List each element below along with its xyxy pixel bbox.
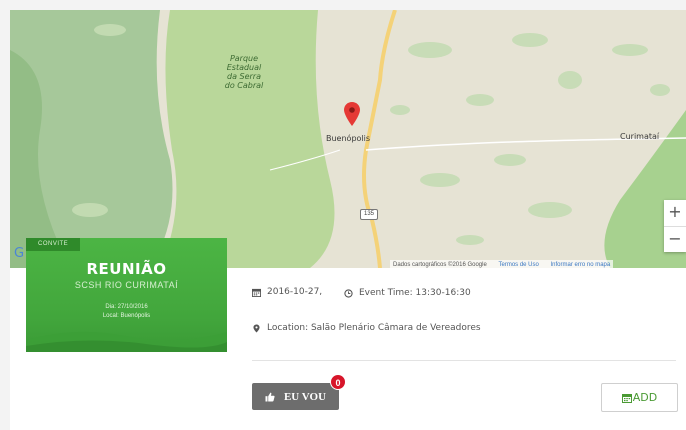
calendar-icon xyxy=(252,288,261,297)
city-label-buenopolis: Buenópolis xyxy=(326,134,371,143)
flyer-title: REUNIÃO xyxy=(86,260,167,278)
map-attribution: Dados cartográficos ©2016 Google Termos … xyxy=(390,260,614,268)
add-to-calendar-button[interactable]: ADD xyxy=(601,383,678,412)
flyer-tag: CONVITE xyxy=(26,238,81,251)
zoom-control: + − xyxy=(664,200,686,252)
flyer-subtitle: SCSH RIO CURIMATAÍ xyxy=(74,280,179,290)
event-location: Location: Salão Plenário Câmara de Verea… xyxy=(252,323,481,333)
calendar-add-icon xyxy=(621,393,632,403)
event-time-text: Event Time: 13:30-16:30 xyxy=(359,288,471,298)
city-label-curimatai: Curimataí xyxy=(620,132,660,141)
zoom-out-button[interactable]: − xyxy=(664,226,686,252)
zoom-in-button[interactable]: + xyxy=(664,200,686,226)
going-button[interactable]: EU VOU xyxy=(252,383,339,410)
flyer-wave-decoration xyxy=(26,331,227,352)
event-map[interactable]: Parque Estadual da Serra do Cabral Buenó… xyxy=(10,10,686,268)
map-marker-icon xyxy=(253,323,260,333)
thumbs-up-icon xyxy=(265,392,275,401)
flyer-date: Dia: 27/10/2016 xyxy=(105,304,148,310)
event-date: 2016-10-27, xyxy=(252,287,322,297)
road-shield: 135 xyxy=(360,209,378,220)
event-time: Event Time: 13:30-16:30 xyxy=(344,288,471,298)
clock-icon xyxy=(344,288,353,298)
park-label: Parque Estadual da Serra do Cabral xyxy=(224,54,264,90)
map-pin-icon[interactable] xyxy=(344,102,360,126)
going-count-badge: 0 xyxy=(330,374,346,390)
going-button-label: EU VOU xyxy=(283,390,327,403)
event-date-text: 2016-10-27, xyxy=(267,287,323,297)
event-flyer-image: CONVITE REUNIÃO SCSH RIO CURIMATAÍ Dia: … xyxy=(26,238,227,352)
google-logo[interactable]: G xyxy=(14,246,24,261)
event-location-text: Location: Salão Plenário Câmara de Verea… xyxy=(267,323,481,333)
card-divider xyxy=(252,360,676,361)
add-button-label: ADD xyxy=(632,391,658,404)
flyer-local: Local: Buenópolis xyxy=(102,313,151,319)
